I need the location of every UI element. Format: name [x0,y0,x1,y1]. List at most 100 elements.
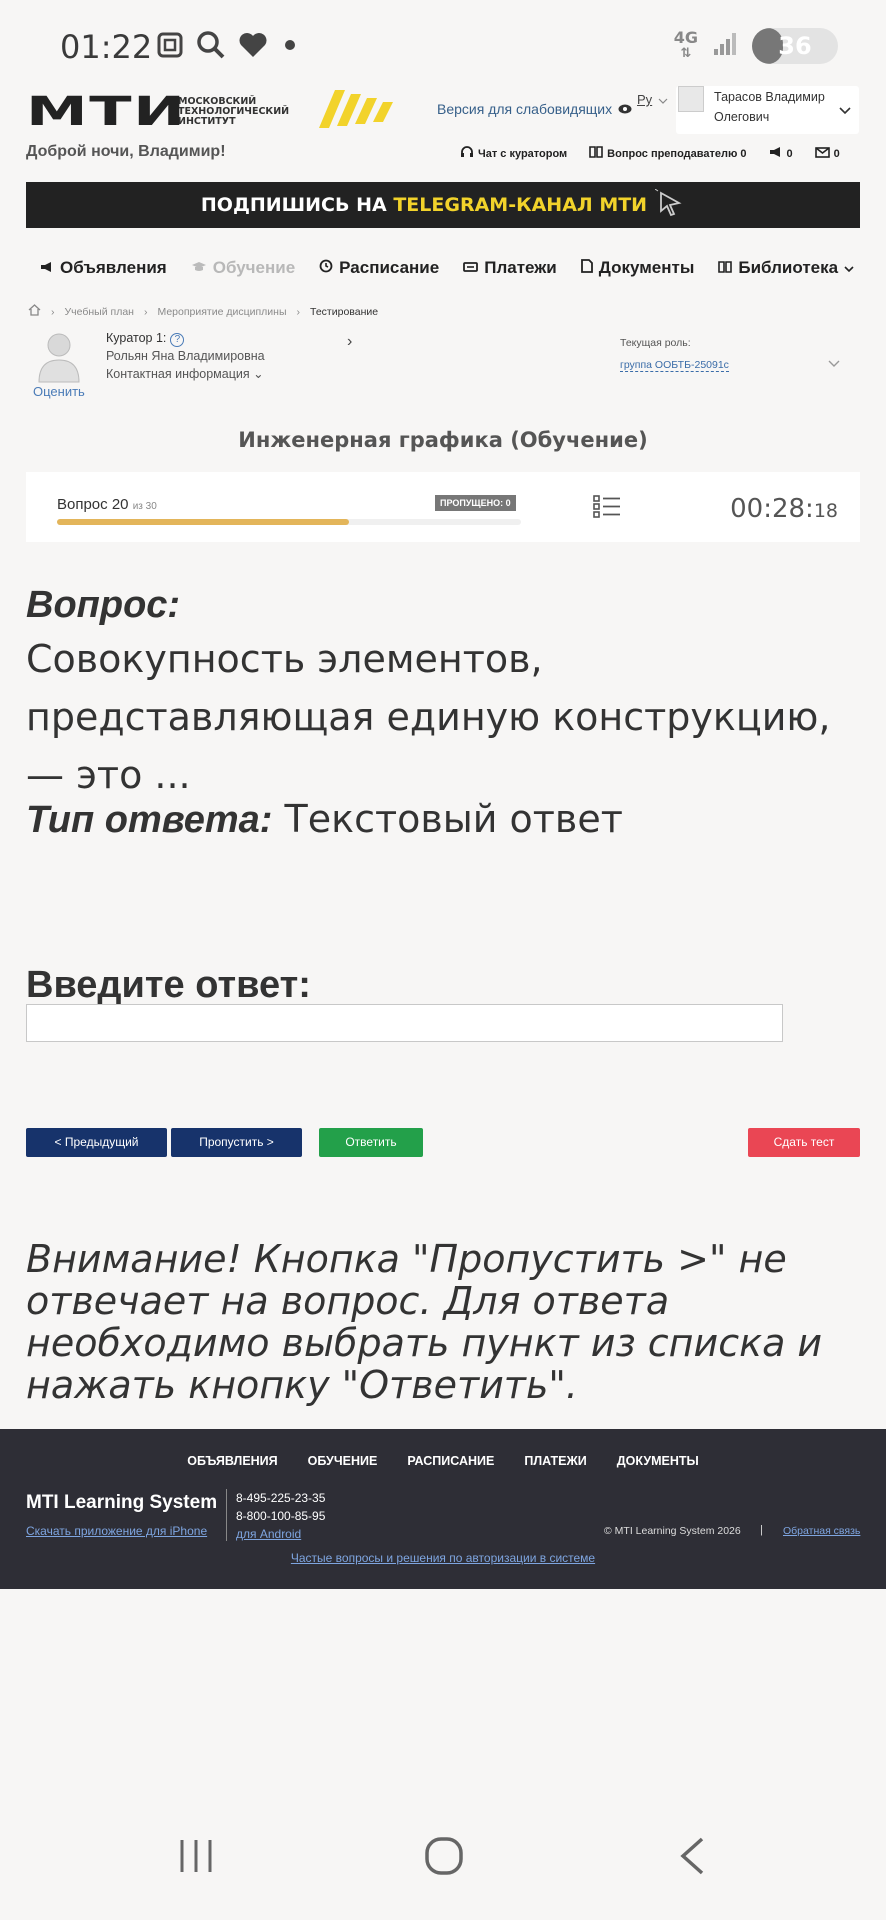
logo-mark: МТИ [26,88,187,135]
chevron-down-icon [658,92,668,107]
main-nav: Объявления Обучение Расписание Платежи Д… [40,258,878,278]
role-select[interactable]: группа ООБТБ-25091с [620,359,729,372]
phone-1[interactable]: 8-495-225-23-35 [236,1489,325,1507]
headset-icon [460,145,474,162]
back-icon[interactable] [678,1836,706,1881]
megaphone-icon [40,258,54,278]
nav-learning[interactable]: Обучение [191,258,295,278]
faq-link[interactable]: Частые вопросы и решения по авторизации … [0,1551,886,1565]
status-time: 01:22 [60,28,153,66]
search-icon [196,30,226,65]
submit-test-button[interactable]: Сдать тест [748,1128,860,1157]
progress-card: Вопрос 20 из 30 ПРОПУЩЕНО: 0 00:28:18 [26,472,860,542]
footer: ОБЪЯВЛЕНИЯ ОБУЧЕНИЕ РАСПИСАНИЕ ПЛАТЕЖИ Д… [0,1429,886,1589]
breadcrumb-event[interactable]: Мероприятие дисциплины [157,306,286,318]
curator-info: Куратор 1:? Рольян Яна Владимировна Конт… [106,329,265,383]
status-icons-left [156,30,300,65]
skip-button[interactable]: Пропустить > [171,1128,302,1157]
chevron-right-icon: › [143,305,148,318]
chevron-down-icon [844,258,854,278]
footer-nav: ОБЪЯВЛЕНИЯ ОБУЧЕНИЕ РАСПИСАНИЕ ПЛАТЕЖИ Д… [0,1454,886,1468]
teacher-question-link[interactable]: Вопрос преподавателю 0 [589,145,747,162]
breadcrumb-current: Тестирование [310,305,379,318]
copyright: © MTI Learning System 2026 [604,1525,741,1537]
user-name: Тарасов Владимир Олегович [714,90,825,124]
status-bar: 01:22 4G ⇅ 36 [0,0,886,90]
progress-bar [57,519,521,525]
curator-label: Куратор 1: [106,331,167,345]
chat-curator-link[interactable]: Чат с куратором [460,145,567,162]
nav-library[interactable]: Библиотека [718,258,854,278]
rate-curator-link[interactable]: Оценить [33,384,85,399]
chevron-right-icon: › [296,305,301,318]
curator-contact-toggle[interactable]: Контактная информация ⌄ [106,365,265,383]
footer-divider [226,1489,227,1541]
nav-announcements[interactable]: Объявления [40,258,167,278]
system-nav-bar [0,1820,886,1902]
megaphone-icon [769,146,783,161]
network-indicator: 4G ⇅ [673,28,698,62]
role-label: Текущая роль: [620,337,691,349]
status-icons-right: 4G ⇅ 36 [674,28,838,64]
answer-label: Введите ответ: [26,964,311,1006]
nav-schedule[interactable]: Расписание [319,258,439,278]
phone-2[interactable]: 8-800-100-85-95 [236,1507,325,1525]
question-text: Совокупность элементов, представляющая е… [26,637,831,797]
footer-phones: 8-495-225-23-35 8-800-100-85-95 для Andr… [236,1489,325,1543]
envelope-icon [814,146,830,161]
previous-button[interactable]: < Предыдущий [26,1128,167,1157]
document-icon [580,258,593,278]
footer-nav-payments[interactable]: ПЛАТЕЖИ [524,1454,586,1468]
progress-bar-fill [57,519,350,525]
android-app-link[interactable]: для Android [236,1525,325,1543]
recent-apps-icon[interactable] [178,1836,214,1881]
announcements-link[interactable]: 0 [769,145,793,162]
graduation-cap-icon [191,258,207,278]
feedback-link[interactable]: Обратная связь [783,1525,860,1537]
warning-text: Внимание! Кнопка "Пропустить >" не отвеч… [26,1237,823,1407]
signal-icon [712,31,738,62]
clock-icon [319,258,333,278]
user-menu[interactable]: Тарасов Владимир Олегович [676,86,859,134]
breadcrumb-plan[interactable]: Учебный план [65,306,134,318]
nav-payments[interactable]: Платежи [463,258,557,278]
low-vision-link[interactable]: Версия для слабовидящих [437,101,632,117]
footer-nav-schedule[interactable]: РАСПИСАНИЕ [407,1454,494,1468]
list-icon[interactable] [593,494,621,525]
heart-icon [238,31,268,64]
footer-nav-announcements[interactable]: ОБЪЯВЛЕНИЯ [187,1454,277,1468]
answer-button[interactable]: Ответить [319,1128,423,1157]
chevron-right-icon[interactable]: › [347,333,352,351]
home-icon[interactable] [28,304,41,319]
question-counter: Вопрос 20 из 30 [57,496,157,513]
current-role: Текущая роль: группа ООБТБ-25091с [620,332,729,376]
nav-documents[interactable]: Документы [580,258,694,278]
card-icon [463,258,479,278]
iphone-app-link[interactable]: Скачать приложение для iPhone [26,1524,207,1538]
curator-name: Рольян Яна Владимировна [106,349,265,363]
screenshot-icon [156,31,184,64]
eye-icon [618,101,632,117]
site-logo[interactable]: МТИ МОСКОВСКИЙ ТЕХНОЛОГИЧЕСКИЙ ИНСТИТУТ [26,88,397,135]
telegram-banner[interactable]: ПОДПИШИСЬ НА TELEGRAM-КАНАЛ МТИ [26,182,860,228]
chevron-down-icon[interactable] [828,355,840,373]
footer-nav-learning[interactable]: ОБУЧЕНИЕ [308,1454,378,1468]
messages-link[interactable]: 0 [814,145,840,162]
language-select[interactable]: Ру [637,92,668,107]
footer-nav-documents[interactable]: ДОКУМЕНТЫ [617,1454,699,1468]
quick-links: Чат с куратором Вопрос преподавателю 0 0… [460,145,840,162]
breadcrumb: › Учебный план › Мероприятие дисциплины … [28,304,378,319]
cursor-icon [654,188,685,222]
telegram-banner-text: ПОДПИШИСЬ НА TELEGRAM-КАНАЛ МТИ [200,194,648,216]
answer-input[interactable] [26,1004,783,1042]
chevron-down-icon: ⌄ [253,367,264,381]
book-icon [589,146,603,161]
chevron-down-icon [839,102,851,120]
home-button-icon[interactable] [424,1836,464,1881]
book-icon [718,258,733,278]
course-title: Инженерная графика (Обучение) [238,428,648,452]
answer-type: Тип ответа: Текстовый ответ [26,797,623,841]
help-icon[interactable]: ? [170,333,185,347]
chevron-right-icon: › [51,305,55,318]
footer-brand: MTI Learning System [26,1492,218,1513]
